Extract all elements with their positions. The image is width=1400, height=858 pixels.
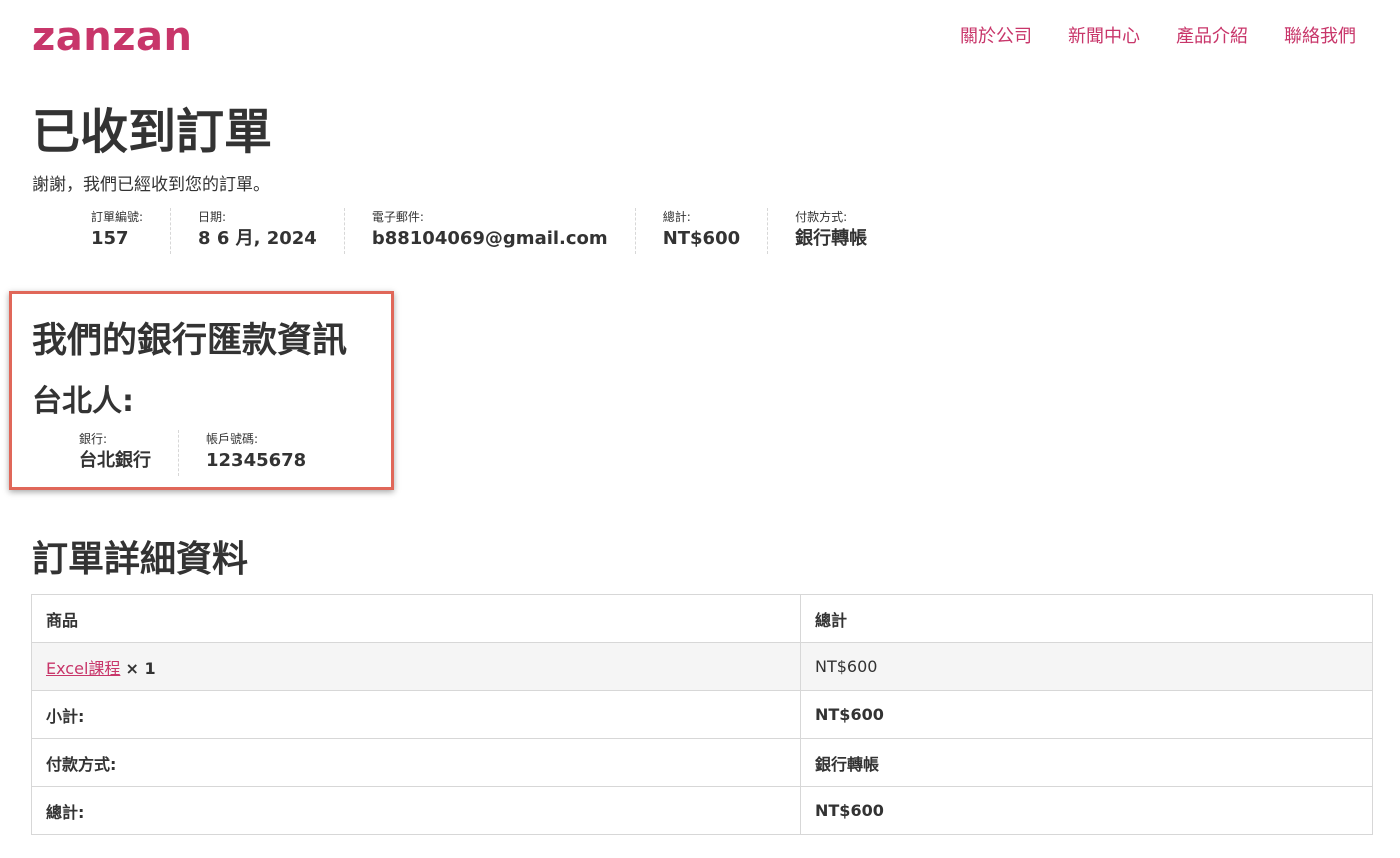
overview-value: 8 6 月, 2024: [198, 228, 317, 249]
overview-label: 日期:: [198, 210, 227, 224]
overview-total: 總計: NT$600: [636, 208, 769, 254]
overview-payment-method: 付款方式: 銀行轉帳: [768, 208, 894, 254]
bank-name-item: 銀行: 台北銀行: [52, 430, 179, 476]
overview-order-number: 訂單編號: 157: [64, 208, 172, 254]
bank-account-info: 銀行: 台北銀行 帳戶號碼: 12345678: [52, 430, 333, 476]
bank-account-name: 台北人:: [32, 384, 134, 419]
total-value: NT$600: [800, 786, 1373, 835]
overview-date: 日期: 8 6 月, 2024: [171, 208, 345, 254]
main-nav: 關於公司 新聞中心 產品介紹 聯絡我們: [960, 22, 1356, 48]
overview-label: 訂單編號:: [91, 210, 144, 224]
overview-email: 電子郵件: b88104069@gmail.com: [345, 208, 636, 254]
payment-method-value: 銀行轉帳: [800, 738, 1373, 787]
order-details-title: 訂單詳細資料: [32, 539, 249, 580]
overview-value: b88104069@gmail.com: [371, 228, 608, 249]
thank-you-message: 謝謝，我們已經收到您的訂單。: [32, 175, 270, 195]
bank-value: 台北銀行: [79, 450, 151, 471]
site-logo[interactable]: zanzan: [32, 14, 193, 60]
total-label: 總計:: [31, 786, 801, 835]
table-row: Excel課程 × 1 NT$600: [31, 642, 1373, 691]
nav-item-about[interactable]: 關於公司: [960, 22, 1032, 48]
nav-item-news[interactable]: 新聞中心: [1068, 22, 1140, 48]
bank-details-title: 我們的銀行匯款資訊: [32, 321, 348, 361]
nav-item-products[interactable]: 產品介紹: [1176, 22, 1248, 48]
product-quantity: × 1: [125, 658, 156, 678]
page-title: 已收到訂單: [32, 104, 273, 160]
overview-label: 電子郵件:: [371, 210, 424, 224]
header-product: 商品: [31, 594, 801, 643]
overview-value: NT$600: [662, 228, 741, 249]
product-link[interactable]: Excel課程: [46, 659, 120, 678]
product-cell: Excel課程 × 1: [31, 642, 801, 691]
header-total: 總計: [800, 594, 1373, 643]
table-row: 總計: NT$600: [31, 786, 1373, 835]
payment-method-label: 付款方式:: [31, 738, 801, 787]
product-total: NT$600: [800, 642, 1373, 691]
account-number-value: 12345678: [206, 450, 307, 471]
overview-label: 付款方式:: [795, 210, 848, 224]
account-number-label: 帳戶號碼:: [206, 432, 259, 446]
table-header-row: 商品 總計: [31, 594, 1373, 643]
order-details-table: 商品 總計 Excel課程 × 1 NT$600 小計: NT$600 付款方式…: [31, 594, 1373, 835]
overview-label: 總計:: [662, 210, 691, 224]
subtotal-label: 小計:: [31, 690, 801, 739]
account-number-item: 帳戶號碼: 12345678: [179, 430, 333, 476]
nav-item-contact[interactable]: 聯絡我們: [1284, 22, 1356, 48]
table-row: 付款方式: 銀行轉帳: [31, 738, 1373, 787]
overview-value: 157: [91, 228, 129, 249]
table-row: 小計: NT$600: [31, 690, 1373, 739]
order-overview: 訂單編號: 157 日期: 8 6 月, 2024 電子郵件: b8810406…: [64, 208, 894, 254]
subtotal-value: NT$600: [800, 690, 1373, 739]
bank-label: 銀行:: [79, 432, 108, 446]
bank-transfer-details: 我們的銀行匯款資訊 台北人: 銀行: 台北銀行 帳戶號碼: 12345678: [9, 291, 394, 490]
overview-value: 銀行轉帳: [795, 228, 868, 249]
